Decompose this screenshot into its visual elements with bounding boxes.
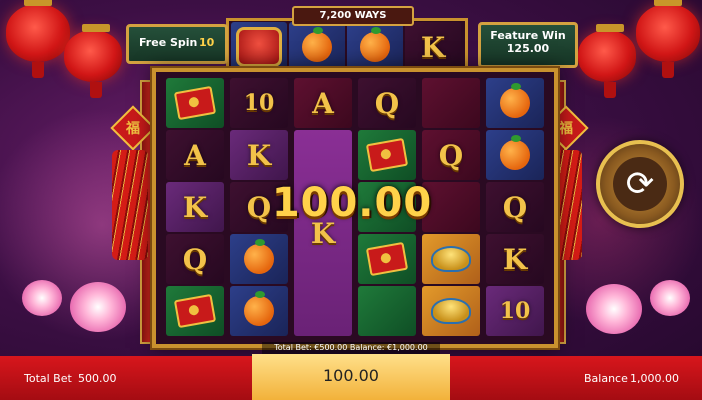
spin-button[interactable]: ⟳ bbox=[596, 140, 684, 228]
reel-cell: K bbox=[230, 130, 288, 180]
blossom-icon bbox=[22, 280, 62, 316]
lantern-icon bbox=[578, 24, 636, 98]
firecracker-icon bbox=[112, 150, 148, 260]
reel-cell: A bbox=[166, 130, 224, 180]
reel-cell bbox=[422, 78, 480, 128]
reel-cell: 10 bbox=[486, 286, 544, 336]
reel-cell bbox=[166, 78, 224, 128]
feature-win-label: Feature Win bbox=[490, 29, 566, 42]
reel-cell bbox=[486, 78, 544, 128]
gold-ingot-icon bbox=[431, 298, 471, 324]
feature-win-panel: Feature Win 125.00 bbox=[478, 22, 578, 68]
orange-icon bbox=[244, 291, 274, 326]
reel-cell: A bbox=[294, 78, 352, 128]
total-bet-label: Total Bet bbox=[24, 372, 72, 385]
reel-cell: K bbox=[405, 22, 461, 72]
win-amount: 100.00 bbox=[271, 180, 433, 226]
red-envelope-icon bbox=[173, 293, 217, 329]
reel-cell bbox=[358, 130, 416, 180]
reel-cell bbox=[230, 286, 288, 336]
reel-cell bbox=[422, 234, 480, 284]
orange-icon bbox=[244, 239, 274, 274]
reel-cell bbox=[422, 286, 480, 336]
red-envelope-icon bbox=[173, 85, 217, 121]
reel-cell: Q bbox=[358, 78, 416, 128]
bet-info-bar: Total Bet: €500.00 Balance: €1,000.00 bbox=[262, 342, 440, 354]
total-bet-value: 500.00 bbox=[78, 372, 117, 385]
reel-cell: Q bbox=[166, 234, 224, 284]
reel-column: Q K 10 bbox=[484, 72, 546, 344]
blossom-icon bbox=[586, 284, 642, 334]
reel-cell bbox=[289, 22, 345, 72]
drum-icon bbox=[236, 27, 282, 67]
balance-value: 1,000.00 bbox=[630, 372, 679, 385]
lantern-icon bbox=[64, 24, 122, 98]
reel-cell bbox=[166, 286, 224, 336]
feature-win-amount: 125.00 bbox=[506, 42, 550, 55]
reel-cell: 10 bbox=[230, 78, 288, 128]
reel-cell bbox=[486, 130, 544, 180]
reel-cell bbox=[231, 22, 287, 72]
reel-column: A K Q bbox=[164, 72, 226, 344]
free-spin-panel: Free Spin 10 bbox=[126, 24, 228, 64]
orange-icon bbox=[500, 83, 530, 118]
red-envelope-icon bbox=[365, 241, 409, 277]
reel-cell bbox=[230, 234, 288, 284]
reel-cell: Q bbox=[422, 130, 480, 180]
reel-cell bbox=[347, 22, 403, 72]
reel-cell bbox=[358, 286, 416, 336]
refresh-icon: ⟳ bbox=[613, 157, 667, 211]
reel-cell: Q bbox=[486, 182, 544, 232]
orange-icon bbox=[500, 135, 530, 170]
center-amount: 100.00 bbox=[323, 366, 379, 385]
lantern-icon bbox=[6, 0, 70, 78]
free-spin-label: Free Spin bbox=[139, 36, 198, 49]
reel-cell: K bbox=[166, 182, 224, 232]
reel-cell bbox=[358, 234, 416, 284]
orange-icon bbox=[360, 27, 390, 62]
blossom-icon bbox=[650, 280, 690, 316]
lantern-icon bbox=[636, 0, 700, 78]
gold-ingot-icon bbox=[431, 246, 471, 272]
balance-label: Balance bbox=[584, 372, 628, 385]
reel-cell: K bbox=[486, 234, 544, 284]
orange-icon bbox=[302, 27, 332, 62]
ways-banner: 7,200 WAYS bbox=[292, 6, 414, 26]
red-envelope-icon bbox=[365, 137, 409, 173]
blossom-icon bbox=[70, 282, 126, 332]
game-stage: 福 福 K 7,200 WAYS Free Spin 10 Feature Wi… bbox=[0, 0, 702, 400]
free-spin-count: 10 bbox=[199, 36, 215, 49]
